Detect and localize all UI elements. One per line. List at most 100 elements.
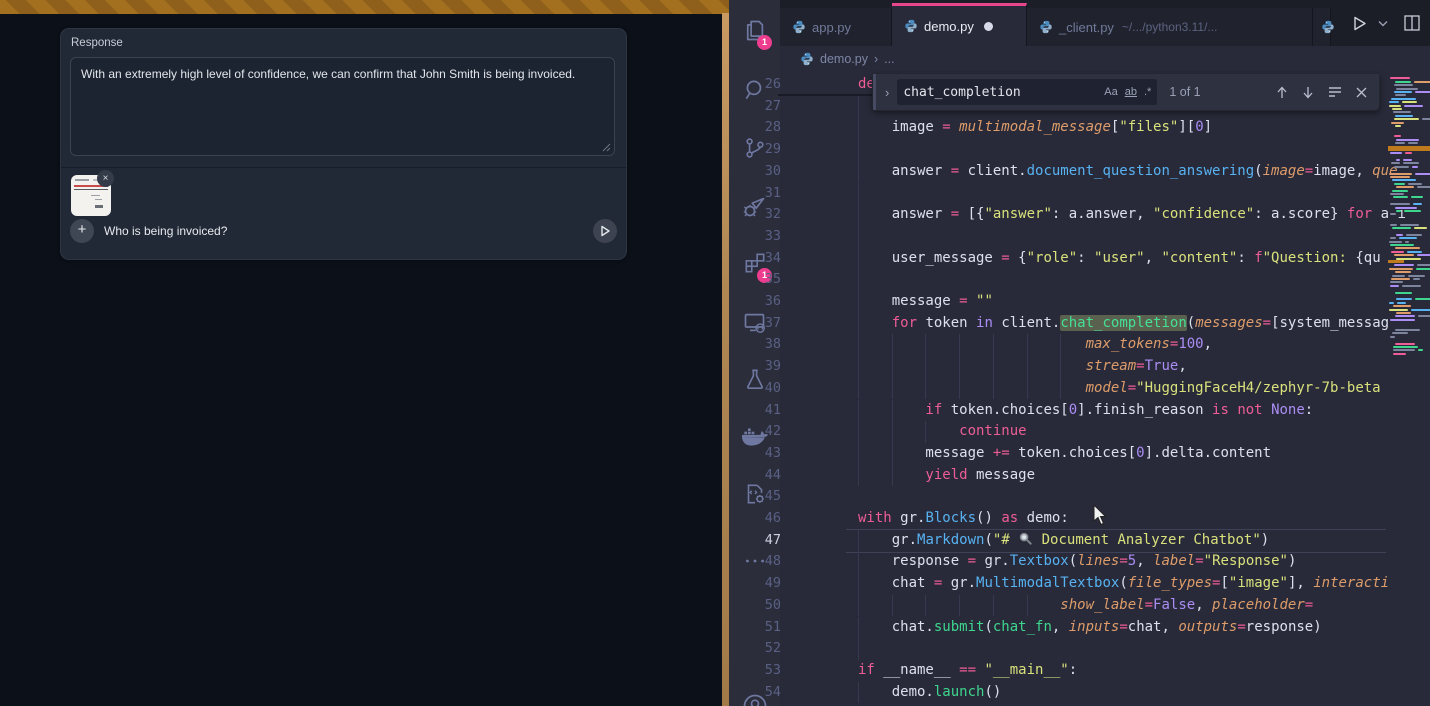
minimap-line — [1411, 309, 1430, 311]
indent-guide — [858, 530, 859, 552]
find-previous-button[interactable] — [1276, 86, 1288, 99]
code-line-41[interactable]: if token.choices[0].finish_reason is not… — [858, 400, 1313, 422]
find-query-text[interactable]: chat_completion — [903, 85, 1097, 100]
minimap-line — [1389, 309, 1408, 311]
code-line-43[interactable]: message += token.choices[0].delta.conten… — [858, 443, 1271, 465]
code-line-34[interactable]: user_message = {"role": "user", "content… — [858, 248, 1381, 270]
python-file-icon — [792, 20, 806, 34]
find-input[interactable]: chat_completion Aa ab .* — [897, 79, 1157, 105]
minimap-line — [1395, 329, 1420, 331]
minimap-line — [1418, 315, 1430, 317]
minimap-line — [1393, 353, 1406, 355]
code-line-42[interactable]: continue — [858, 421, 1027, 443]
breadcrumb-more[interactable]: ... — [884, 52, 894, 66]
minimap-line — [1403, 162, 1419, 164]
minimap-line — [1395, 81, 1411, 83]
code-line-28[interactable]: image = multimodal_message["files"][0] — [858, 117, 1212, 139]
gradio-app-window: Response With an extremely high level of… — [0, 14, 722, 706]
code-line-37[interactable]: for token in client.chat_completion(mess… — [858, 313, 1389, 335]
indent-guide — [858, 682, 859, 704]
whole-word-toggle[interactable]: ab — [1125, 86, 1137, 98]
minimap-line — [1393, 349, 1415, 351]
activity-explorer-icon[interactable]: 1 — [729, 6, 780, 54]
breadcrumb-file[interactable]: demo.py — [820, 52, 868, 66]
minimap-line — [1391, 278, 1410, 280]
run-button[interactable] — [1351, 15, 1368, 32]
minimap-line — [1395, 115, 1413, 117]
regex-toggle[interactable]: .* — [1144, 86, 1151, 98]
desktop-wallpaper-top — [0, 0, 729, 14]
code-line-49[interactable]: chat = gr.MultimodalTextbox(file_types=[… — [858, 573, 1389, 595]
python-file-icon — [1039, 20, 1053, 34]
add-file-button[interactable]: + — [70, 219, 94, 243]
code-line-53[interactable]: if __name__ == "__main__": — [858, 660, 1077, 682]
indent-guide — [1060, 334, 1061, 356]
indent-guide — [858, 378, 859, 400]
minimap-line — [1395, 142, 1405, 144]
code-line-32[interactable]: answer = [{"answer": a.answer, "confiden… — [858, 204, 1406, 226]
chevron-down-icon — [1378, 20, 1388, 27]
minimap-line — [1394, 254, 1414, 256]
minimap-line — [1396, 88, 1418, 90]
find-widget-sash-shadow — [778, 94, 872, 96]
chat-input-placeholder[interactable]: Who is being invoiced? — [104, 224, 227, 238]
response-textbox[interactable]: With an extremely high level of confiden… — [70, 57, 615, 156]
code-line-50[interactable]: show_label=False, placeholder= — [858, 595, 1313, 617]
run-dropdown-chevron[interactable] — [1378, 20, 1388, 27]
find-next-button[interactable] — [1302, 86, 1314, 99]
match-case-toggle[interactable]: Aa — [1104, 86, 1117, 98]
code-line-54[interactable]: demo.launch() — [858, 682, 1001, 704]
code-line-40[interactable]: model="HuggingFaceH4/zephyr-7b-beta — [858, 378, 1381, 400]
activity-badge: 1 — [757, 35, 772, 50]
code-line-46[interactable]: with gr.Blocks() as demo: — [858, 508, 1069, 530]
indent-guide — [1060, 356, 1061, 378]
minimap-line — [1394, 118, 1419, 120]
find-close-button[interactable] — [1356, 87, 1367, 98]
breadcrumb[interactable]: demo.py › ... — [780, 46, 1430, 72]
minimap-line — [1395, 292, 1412, 294]
minimap-line — [1406, 234, 1421, 236]
send-button[interactable] — [593, 219, 617, 243]
modified-dot[interactable] — [984, 22, 993, 31]
minimap-line — [1390, 224, 1397, 226]
minimap-search-highlight — [1388, 260, 1404, 263]
minimap-line — [1390, 152, 1402, 154]
minimap-line — [1407, 251, 1422, 253]
minimap-line — [1400, 224, 1419, 226]
indent-guide — [858, 356, 859, 378]
code-line-44[interactable]: yield message — [858, 465, 1035, 487]
minimap-line — [1414, 81, 1430, 83]
minimap-line — [1422, 118, 1430, 120]
minimap-line — [1396, 159, 1400, 161]
python-file-icon — [800, 52, 814, 66]
tab-app-py[interactable]: app.py — [780, 8, 892, 46]
minimap-line — [1402, 101, 1417, 103]
tab-demo-py[interactable]: demo.py — [892, 3, 1027, 46]
minimap-line — [1394, 135, 1401, 137]
split-editor-button[interactable] — [1404, 15, 1420, 31]
minimap-line — [1390, 285, 1399, 287]
indent-guide — [858, 551, 859, 573]
code-line-38[interactable]: max_tokens=100, — [858, 334, 1212, 356]
code-line-47[interactable]: gr.Markdown("# Document Analyzer Chatbot… — [858, 530, 1269, 552]
resize-handle-icon[interactable] — [602, 143, 611, 152]
code-line-30[interactable]: answer = client.document_question_answer… — [858, 161, 1398, 183]
tab-partial[interactable] — [1313, 8, 1331, 46]
tab-client-py[interactable]: _client.py ~/.../python3.11/... — [1027, 8, 1313, 46]
minimap[interactable] — [1388, 60, 1430, 706]
find-in-selection-button[interactable] — [1328, 86, 1342, 98]
minimap-line — [1391, 122, 1404, 124]
code-line-48[interactable]: response = gr.Textbox(lines=5, label="Re… — [858, 551, 1296, 573]
line-number: 40 — [729, 378, 807, 400]
minimap-line — [1389, 268, 1413, 270]
indent-guide — [858, 573, 859, 595]
code-line-39[interactable]: stream=True, — [858, 356, 1187, 378]
minimap-line — [1396, 210, 1401, 212]
code-line-36[interactable]: message = "" — [858, 291, 993, 313]
line-number: 28 — [729, 117, 807, 139]
remove-attachment-button[interactable]: × — [97, 170, 114, 187]
find-expand-chevron[interactable]: › — [885, 85, 889, 100]
minimap-line — [1415, 173, 1430, 175]
line-number: 43 — [729, 443, 807, 465]
code-line-51[interactable]: chat.submit(chat_fn, inputs=chat, output… — [858, 617, 1322, 639]
